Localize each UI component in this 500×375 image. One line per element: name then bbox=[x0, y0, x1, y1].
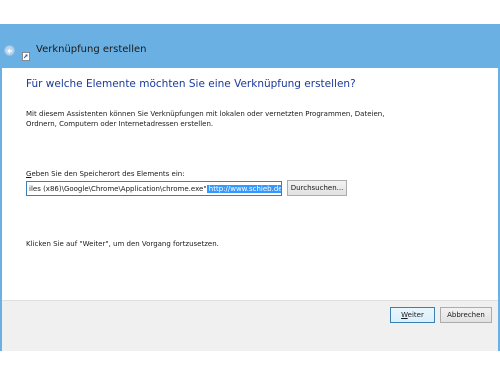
location-label-text: eben Sie den Speicherort des Elements ei… bbox=[31, 170, 185, 178]
dialog-footer: Weiter Abbrechen bbox=[2, 300, 498, 351]
back-arrow-icon[interactable] bbox=[4, 45, 15, 56]
location-selected-text: http://www.schieb.de/ bbox=[206, 185, 281, 193]
location-label: Geben Sie den Speicherort des Elements e… bbox=[26, 170, 185, 178]
next-button[interactable]: Weiter bbox=[390, 307, 435, 323]
cancel-button[interactable]: Abbrechen bbox=[440, 307, 492, 323]
screen: Verknüpfung erstellen Für welche Element… bbox=[0, 0, 500, 375]
browse-button[interactable]: Durchsuchen... bbox=[287, 180, 347, 196]
shortcut-icon bbox=[22, 46, 30, 61]
wizard-description: Mit diesem Assistenten können Sie Verknü… bbox=[26, 110, 385, 128]
location-path-text: iles (x86)\Google\Chrome\Application\chr… bbox=[29, 185, 207, 193]
page-title: Für welche Elemente möchten Sie eine Ver… bbox=[26, 78, 356, 90]
create-shortcut-dialog: Verknüpfung erstellen Für welche Element… bbox=[0, 24, 500, 351]
next-button-label: eiter bbox=[407, 311, 424, 319]
title-bar: Verknüpfung erstellen bbox=[0, 24, 500, 68]
window-title: Verknüpfung erstellen bbox=[36, 44, 147, 55]
location-input[interactable]: iles (x86)\Google\Chrome\Application\chr… bbox=[26, 181, 282, 196]
continue-hint: Klicken Sie auf "Weiter", um den Vorgang… bbox=[26, 240, 219, 248]
